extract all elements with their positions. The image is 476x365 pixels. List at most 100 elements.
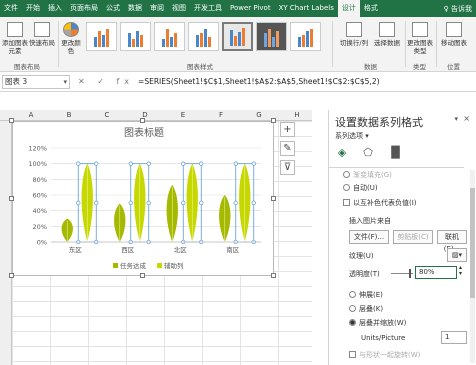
gradient-fill-option[interactable]: 渐变填充(G) bbox=[343, 170, 392, 180]
tab-xy-chart-labels[interactable]: XY Chart Labels bbox=[275, 0, 338, 17]
column-header[interactable]: A bbox=[24, 111, 38, 119]
checkbox[interactable] bbox=[349, 351, 356, 358]
column-header[interactable]: E bbox=[176, 111, 190, 119]
resize-handle[interactable] bbox=[271, 196, 276, 201]
stretch-option[interactable]: 伸展(E) bbox=[349, 290, 383, 300]
slider-thumb[interactable] bbox=[409, 269, 411, 278]
chart-style-thumb-4[interactable] bbox=[188, 22, 219, 51]
tab-insert[interactable]: 插入 bbox=[44, 0, 66, 17]
y-tick-label: 60% bbox=[33, 192, 47, 200]
chart-area[interactable]: 图表标题 0% 20% 40% 60% 80% 100% 120% 东区 西区 北区 南区 任务达成 辅助… bbox=[12, 121, 274, 276]
tab-formulas[interactable]: 公式 bbox=[102, 0, 124, 17]
switch-row-column-button[interactable]: 切换行/列 bbox=[338, 22, 370, 47]
resize-handle[interactable] bbox=[271, 118, 276, 123]
quick-layout-button[interactable]: 快速布局 bbox=[28, 22, 56, 47]
stack-option[interactable]: 层叠(K) bbox=[349, 304, 383, 314]
tab-page-layout[interactable]: 页面布局 bbox=[66, 0, 102, 17]
tab-review[interactable]: 审阅 bbox=[146, 0, 168, 17]
resize-handle[interactable] bbox=[9, 273, 14, 278]
move-chart-button[interactable]: 移动图表 bbox=[438, 22, 470, 47]
formula-buttons[interactable]: ✕ ✓ fx bbox=[78, 77, 134, 86]
rotate-with-shape-checkbox[interactable]: 与形状一起旋转(W) bbox=[349, 350, 420, 360]
tab-data[interactable]: 数据 bbox=[124, 0, 146, 17]
chart-style-thumb-1[interactable] bbox=[86, 22, 117, 51]
column-header[interactable]: G bbox=[252, 111, 266, 119]
tab-file[interactable]: 文件 bbox=[0, 0, 22, 17]
select-data-button[interactable]: 选择数据 bbox=[372, 22, 402, 47]
tab-power-pivot[interactable]: Power Pivot bbox=[226, 0, 275, 17]
radio[interactable] bbox=[343, 184, 350, 191]
clipboard-button[interactable]: 剪贴板(C) bbox=[393, 230, 433, 244]
radio[interactable] bbox=[343, 171, 350, 178]
category-label: 东区 bbox=[69, 245, 83, 254]
change-chart-type-button[interactable]: 更改图表类型 bbox=[406, 22, 434, 55]
quick-layout-label: 快速布局 bbox=[29, 39, 55, 47]
tell-me-search[interactable]: ♀ 告诉我 bbox=[444, 4, 476, 14]
resize-handle[interactable] bbox=[140, 118, 145, 123]
online-button[interactable]: 联机(E)... bbox=[437, 230, 467, 253]
add-chart-element-button[interactable]: 添加图表元素 bbox=[2, 22, 28, 55]
spin-buttons[interactable]: ▴ ▾ bbox=[459, 265, 462, 277]
pane-icon-tabs: ◈ ⬠ ▐▌ bbox=[335, 146, 404, 159]
resize-handle[interactable] bbox=[140, 273, 145, 278]
chart-style-thumb-5-selected[interactable] bbox=[222, 22, 253, 51]
radio[interactable] bbox=[349, 291, 356, 298]
y-tick-label: 120% bbox=[28, 145, 47, 153]
pentagon-icon[interactable]: ⬠ bbox=[361, 146, 375, 159]
stack-and-scale-option[interactable]: 层叠并缩放(W) bbox=[349, 318, 406, 328]
invert-negative-checkbox[interactable]: 以互补色代表负值(I) bbox=[343, 198, 417, 208]
tab-view[interactable]: 视图 bbox=[168, 0, 190, 17]
file-button[interactable]: 文件(F)... bbox=[349, 230, 389, 244]
name-box[interactable]: 图表 3 bbox=[2, 74, 70, 89]
resize-handle[interactable] bbox=[9, 196, 14, 201]
checkbox[interactable] bbox=[343, 199, 350, 206]
selection-handle bbox=[146, 161, 151, 166]
fill-icon[interactable]: ◈ bbox=[335, 146, 349, 159]
chart-elements-plus-icon[interactable]: + bbox=[280, 122, 295, 137]
radio[interactable] bbox=[349, 305, 356, 312]
tab-format[interactable]: 格式 bbox=[360, 0, 382, 17]
pane-options-chevron-down-icon[interactable]: ▾ bbox=[454, 115, 458, 123]
close-icon[interactable]: × bbox=[463, 114, 470, 123]
tab-developer[interactable]: 开发工具 bbox=[190, 0, 226, 17]
chart-style-thumb-3[interactable] bbox=[154, 22, 185, 51]
radio-selected[interactable] bbox=[349, 319, 356, 326]
selection-handle bbox=[76, 200, 81, 205]
formula-bar: 图表 3 ✕ ✓ fx =SERIES(Sheet1!$C$1,Sheet1!$… bbox=[0, 72, 476, 92]
transparency-input[interactable]: 80% bbox=[415, 266, 457, 279]
resize-handle[interactable] bbox=[271, 273, 276, 278]
chart-style-thumb-7[interactable] bbox=[290, 22, 321, 51]
selection-handle bbox=[94, 161, 99, 166]
selection-handle bbox=[128, 200, 133, 205]
ribbon-separator bbox=[436, 21, 437, 67]
chart-filter-icon[interactable]: ⊽ bbox=[280, 160, 295, 175]
pane-scrollbar[interactable] bbox=[470, 170, 475, 363]
series-options-dropdown[interactable]: 系列选项 ▾ bbox=[335, 131, 369, 141]
auto-label: 自动(U) bbox=[353, 184, 378, 192]
column-header[interactable]: B bbox=[62, 111, 76, 119]
change-colors-button[interactable]: 更改颜色 bbox=[60, 22, 82, 55]
column-header[interactable]: C bbox=[100, 111, 114, 119]
tab-home[interactable]: 开始 bbox=[22, 0, 44, 17]
chart-style-thumb-2[interactable] bbox=[120, 22, 151, 51]
tab-design[interactable]: 设计 bbox=[337, 0, 360, 17]
chart-styles-brush-icon[interactable]: ✎ bbox=[280, 141, 295, 156]
scrollbar-thumb[interactable] bbox=[470, 188, 475, 298]
chart-style-thumb-6[interactable] bbox=[256, 22, 287, 51]
category-label: 北区 bbox=[174, 246, 188, 254]
column-header[interactable]: H bbox=[290, 111, 304, 119]
texture-label: 纹理(U) bbox=[349, 252, 374, 260]
auto-option[interactable]: 自动(U) bbox=[343, 183, 378, 193]
resize-handle[interactable] bbox=[9, 118, 14, 123]
units-per-picture-input[interactable]: 1 bbox=[441, 331, 467, 344]
y-tick-label: 0% bbox=[37, 239, 47, 247]
selection-handle bbox=[146, 200, 151, 205]
column-header[interactable]: F bbox=[214, 111, 228, 119]
selection-handle bbox=[199, 161, 204, 166]
formula-input[interactable]: =SERIES(Sheet1!$C$1,Sheet1!$A$2:$A$5,She… bbox=[138, 77, 379, 86]
texture-picker[interactable]: ▨▾ bbox=[447, 248, 467, 262]
bar-chart-icon[interactable]: ▐▌ bbox=[387, 146, 404, 159]
group-label-data: 数据 bbox=[364, 63, 377, 71]
selection-handle bbox=[128, 161, 133, 166]
divider bbox=[329, 167, 464, 168]
